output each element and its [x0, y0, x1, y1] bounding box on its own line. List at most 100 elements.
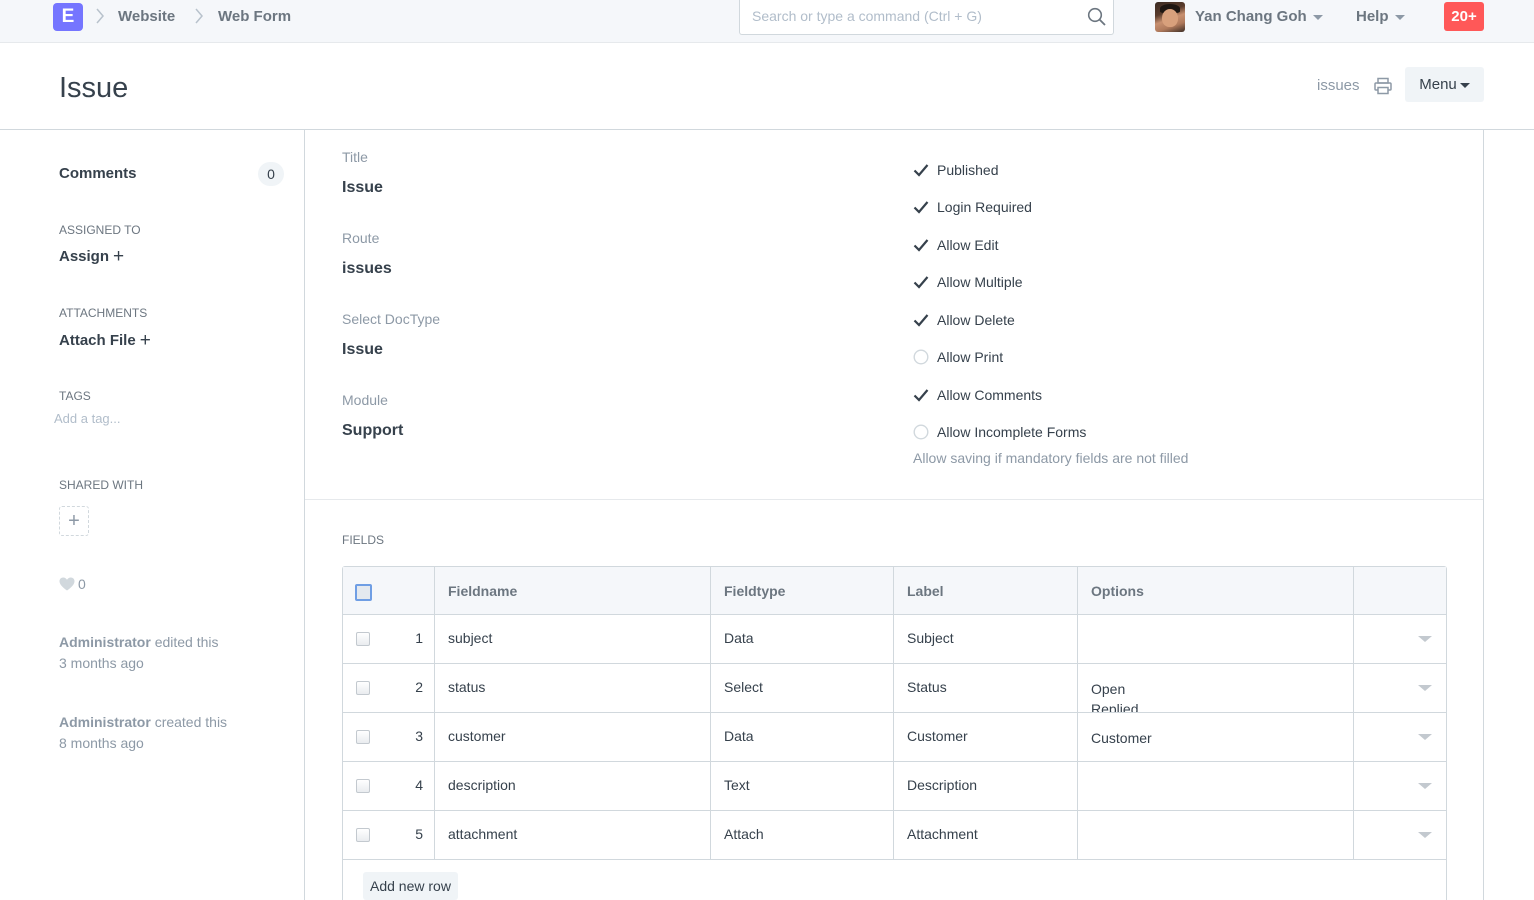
- share-add-button[interactable]: +: [59, 506, 89, 536]
- cell-fieldtype[interactable]: Data: [724, 728, 754, 744]
- check-label: Published: [937, 162, 999, 178]
- menu-label: Menu: [1419, 76, 1457, 93]
- cell-options[interactable]: Open Replied: [1091, 679, 1138, 712]
- incomplete-forms-help: Allow saving if mandatory fields are not…: [913, 450, 1189, 466]
- field-label-module: Module: [342, 392, 388, 408]
- cell-fieldtype[interactable]: Data: [724, 630, 754, 646]
- chevron-down-icon[interactable]: [1418, 685, 1432, 691]
- chevron-down-icon[interactable]: [1418, 636, 1432, 642]
- check-label: Allow Incomplete Forms: [937, 424, 1087, 440]
- row-checkbox[interactable]: [356, 632, 370, 646]
- select-all-checkbox[interactable]: [355, 584, 372, 601]
- plus-icon: +: [113, 246, 125, 267]
- chevron-down-icon[interactable]: [1418, 783, 1432, 789]
- timeline-item: Administrator edited this 3 months ago: [59, 632, 219, 674]
- timeline-user[interactable]: Administrator: [59, 634, 151, 650]
- cell-fieldtype[interactable]: Attach: [724, 826, 764, 842]
- grid-header: Fieldname Fieldtype Label Options: [343, 567, 1446, 615]
- row-checkbox[interactable]: [356, 828, 370, 842]
- check-label: Login Required: [937, 199, 1032, 215]
- check-icon: [913, 312, 929, 328]
- cell-label[interactable]: Description: [907, 777, 977, 793]
- cell-fieldtype[interactable]: Text: [724, 777, 750, 793]
- menu-button[interactable]: Menu: [1405, 67, 1484, 102]
- row-checkbox[interactable]: [356, 681, 370, 695]
- row-checkbox[interactable]: [356, 779, 370, 793]
- table-row[interactable]: 2 status Select Status Open Replied: [343, 664, 1446, 713]
- help-menu[interactable]: Help: [1356, 8, 1405, 25]
- timeline-time: 3 months ago: [59, 655, 144, 671]
- user-menu[interactable]: Yan Chang Goh: [1195, 8, 1323, 25]
- chevron-right-icon: [95, 8, 105, 24]
- cell-options[interactable]: Customer: [1091, 728, 1152, 761]
- check-icon: [913, 199, 929, 215]
- table-row[interactable]: 3 customer Data Customer Customer: [343, 713, 1446, 762]
- row-index: 3: [415, 728, 423, 744]
- plus-icon: +: [139, 330, 151, 351]
- field-label-doctype: Select DocType: [342, 311, 441, 327]
- search-input[interactable]: [752, 8, 1072, 24]
- attach-file-button[interactable]: Attach File +: [59, 330, 151, 352]
- attach-file-label: Attach File: [59, 332, 136, 349]
- assign-button[interactable]: Assign +: [59, 246, 124, 268]
- tag-input[interactable]: [54, 411, 204, 426]
- table-row[interactable]: 4 description Text Description: [343, 762, 1446, 811]
- field-label-route: Route: [342, 230, 380, 246]
- cell-label[interactable]: Attachment: [907, 826, 978, 842]
- chevron-down-icon: [1459, 82, 1470, 88]
- field-value-doctype[interactable]: Issue: [342, 341, 383, 359]
- comments-count-badge: 0: [258, 162, 284, 186]
- app-logo[interactable]: E: [53, 3, 83, 31]
- field-label-title: Title: [342, 149, 368, 165]
- cell-fieldtype[interactable]: Select: [724, 679, 763, 695]
- cell-fieldname[interactable]: customer: [448, 728, 506, 744]
- cell-fieldname[interactable]: status: [448, 679, 485, 695]
- field-value-module[interactable]: Support: [342, 422, 403, 440]
- field-value-title[interactable]: Issue: [342, 179, 383, 197]
- page-title: Issue: [59, 72, 129, 104]
- field-value-route[interactable]: issues: [342, 260, 392, 278]
- check-icon: [913, 274, 929, 290]
- timeline-user[interactable]: Administrator: [59, 714, 151, 730]
- print-icon[interactable]: [1374, 77, 1392, 95]
- check-icon: [913, 387, 929, 403]
- chevron-down-icon[interactable]: [1418, 832, 1432, 838]
- table-row[interactable]: 5 attachment Attach Attachment: [343, 811, 1446, 860]
- help-label: Help: [1356, 8, 1389, 25]
- unchecked-circle-icon: [913, 424, 929, 440]
- breadcrumb-website[interactable]: Website: [118, 8, 175, 25]
- navbar: E Website Web Form Yan Chang Goh Help 20…: [0, 0, 1534, 43]
- column-header-options: Options: [1091, 583, 1144, 599]
- check-label: Allow Print: [937, 349, 1004, 365]
- search-icon[interactable]: [1087, 7, 1107, 27]
- route-indicator: issues: [1317, 77, 1360, 94]
- cell-fieldname[interactable]: description: [448, 777, 516, 793]
- notifications-badge[interactable]: 20+: [1444, 2, 1484, 31]
- comments-link[interactable]: Comments: [59, 165, 137, 182]
- timeline-item: Administrator created this 8 months ago: [59, 712, 227, 754]
- heart-icon[interactable]: [59, 577, 75, 591]
- check-label: Allow Delete: [937, 312, 1015, 328]
- shared-with-label: SHARED WITH: [59, 478, 143, 492]
- tags-label: TAGS: [59, 389, 91, 403]
- avatar[interactable]: [1155, 2, 1185, 32]
- column-header-fieldtype: Fieldtype: [724, 583, 786, 599]
- fields-grid: Fieldname Fieldtype Label Options 1 subj…: [342, 566, 1447, 900]
- timeline-action: created this: [154, 714, 228, 730]
- search-bar[interactable]: [739, 0, 1114, 35]
- row-checkbox[interactable]: [356, 730, 370, 744]
- table-row[interactable]: 1 subject Data Subject: [343, 615, 1446, 664]
- check-label: Allow Edit: [937, 237, 999, 253]
- attachments-label: ATTACHMENTS: [59, 306, 148, 320]
- chevron-down-icon[interactable]: [1418, 734, 1432, 740]
- assigned-to-label: ASSIGNED TO: [59, 223, 141, 237]
- breadcrumb-web-form[interactable]: Web Form: [218, 8, 291, 25]
- cell-fieldname[interactable]: attachment: [448, 826, 517, 842]
- cell-label[interactable]: Customer: [907, 728, 968, 744]
- add-new-row-button[interactable]: Add new row: [363, 872, 458, 900]
- row-index: 4: [415, 777, 423, 793]
- cell-label[interactable]: Status: [907, 679, 947, 695]
- cell-label[interactable]: Subject: [907, 630, 954, 646]
- form-main: Title Issue Route issues Select DocType …: [304, 130, 1484, 900]
- cell-fieldname[interactable]: subject: [448, 630, 492, 646]
